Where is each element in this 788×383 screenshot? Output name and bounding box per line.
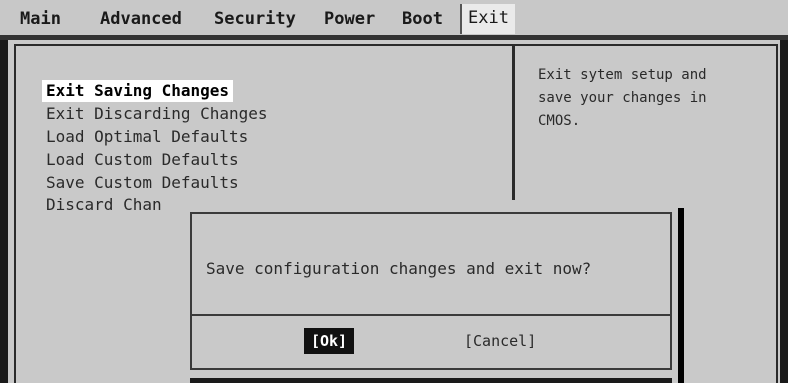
bios-setup-screen: Main Advanced Security Power Boot Exit E… xyxy=(0,0,788,383)
cancel-button[interactable]: [Cancel] xyxy=(464,328,536,354)
help-text-line: save your changes in xyxy=(538,90,707,106)
left-frame-edge xyxy=(0,40,8,383)
menu-bar: Main Advanced Security Power Boot Exit xyxy=(0,0,788,35)
help-text-line: CMOS. xyxy=(538,113,581,129)
dialog-separator xyxy=(190,314,672,316)
menu-item-load-custom-defaults[interactable]: Load Custom Defaults xyxy=(46,149,239,171)
menu-item-discard-changes[interactable]: Discard Chan xyxy=(46,194,162,216)
dialog-bottom-edge xyxy=(190,378,672,383)
ok-button[interactable]: [Ok] xyxy=(304,328,354,354)
dialog-frame xyxy=(190,212,672,370)
tab-main[interactable]: Main xyxy=(20,5,61,33)
tab-power[interactable]: Power xyxy=(324,5,375,33)
dialog-message: Save configuration changes and exit now? xyxy=(206,259,592,278)
menu-item-save-custom-defaults[interactable]: Save Custom Defaults xyxy=(46,172,239,194)
tab-security[interactable]: Security xyxy=(214,5,296,33)
tab-boot[interactable]: Boot xyxy=(402,5,443,33)
tab-exit[interactable]: Exit xyxy=(460,4,515,34)
menu-item-exit-saving-changes[interactable]: Exit Saving Changes xyxy=(42,80,234,102)
tab-advanced[interactable]: Advanced xyxy=(100,5,182,33)
menu-item-exit-discarding-changes[interactable]: Exit Discarding Changes xyxy=(46,103,268,125)
menu-item-load-optimal-defaults[interactable]: Load Optimal Defaults xyxy=(46,126,248,148)
right-frame-edge xyxy=(780,40,788,383)
help-text-line: Exit sytem setup and xyxy=(538,67,707,83)
